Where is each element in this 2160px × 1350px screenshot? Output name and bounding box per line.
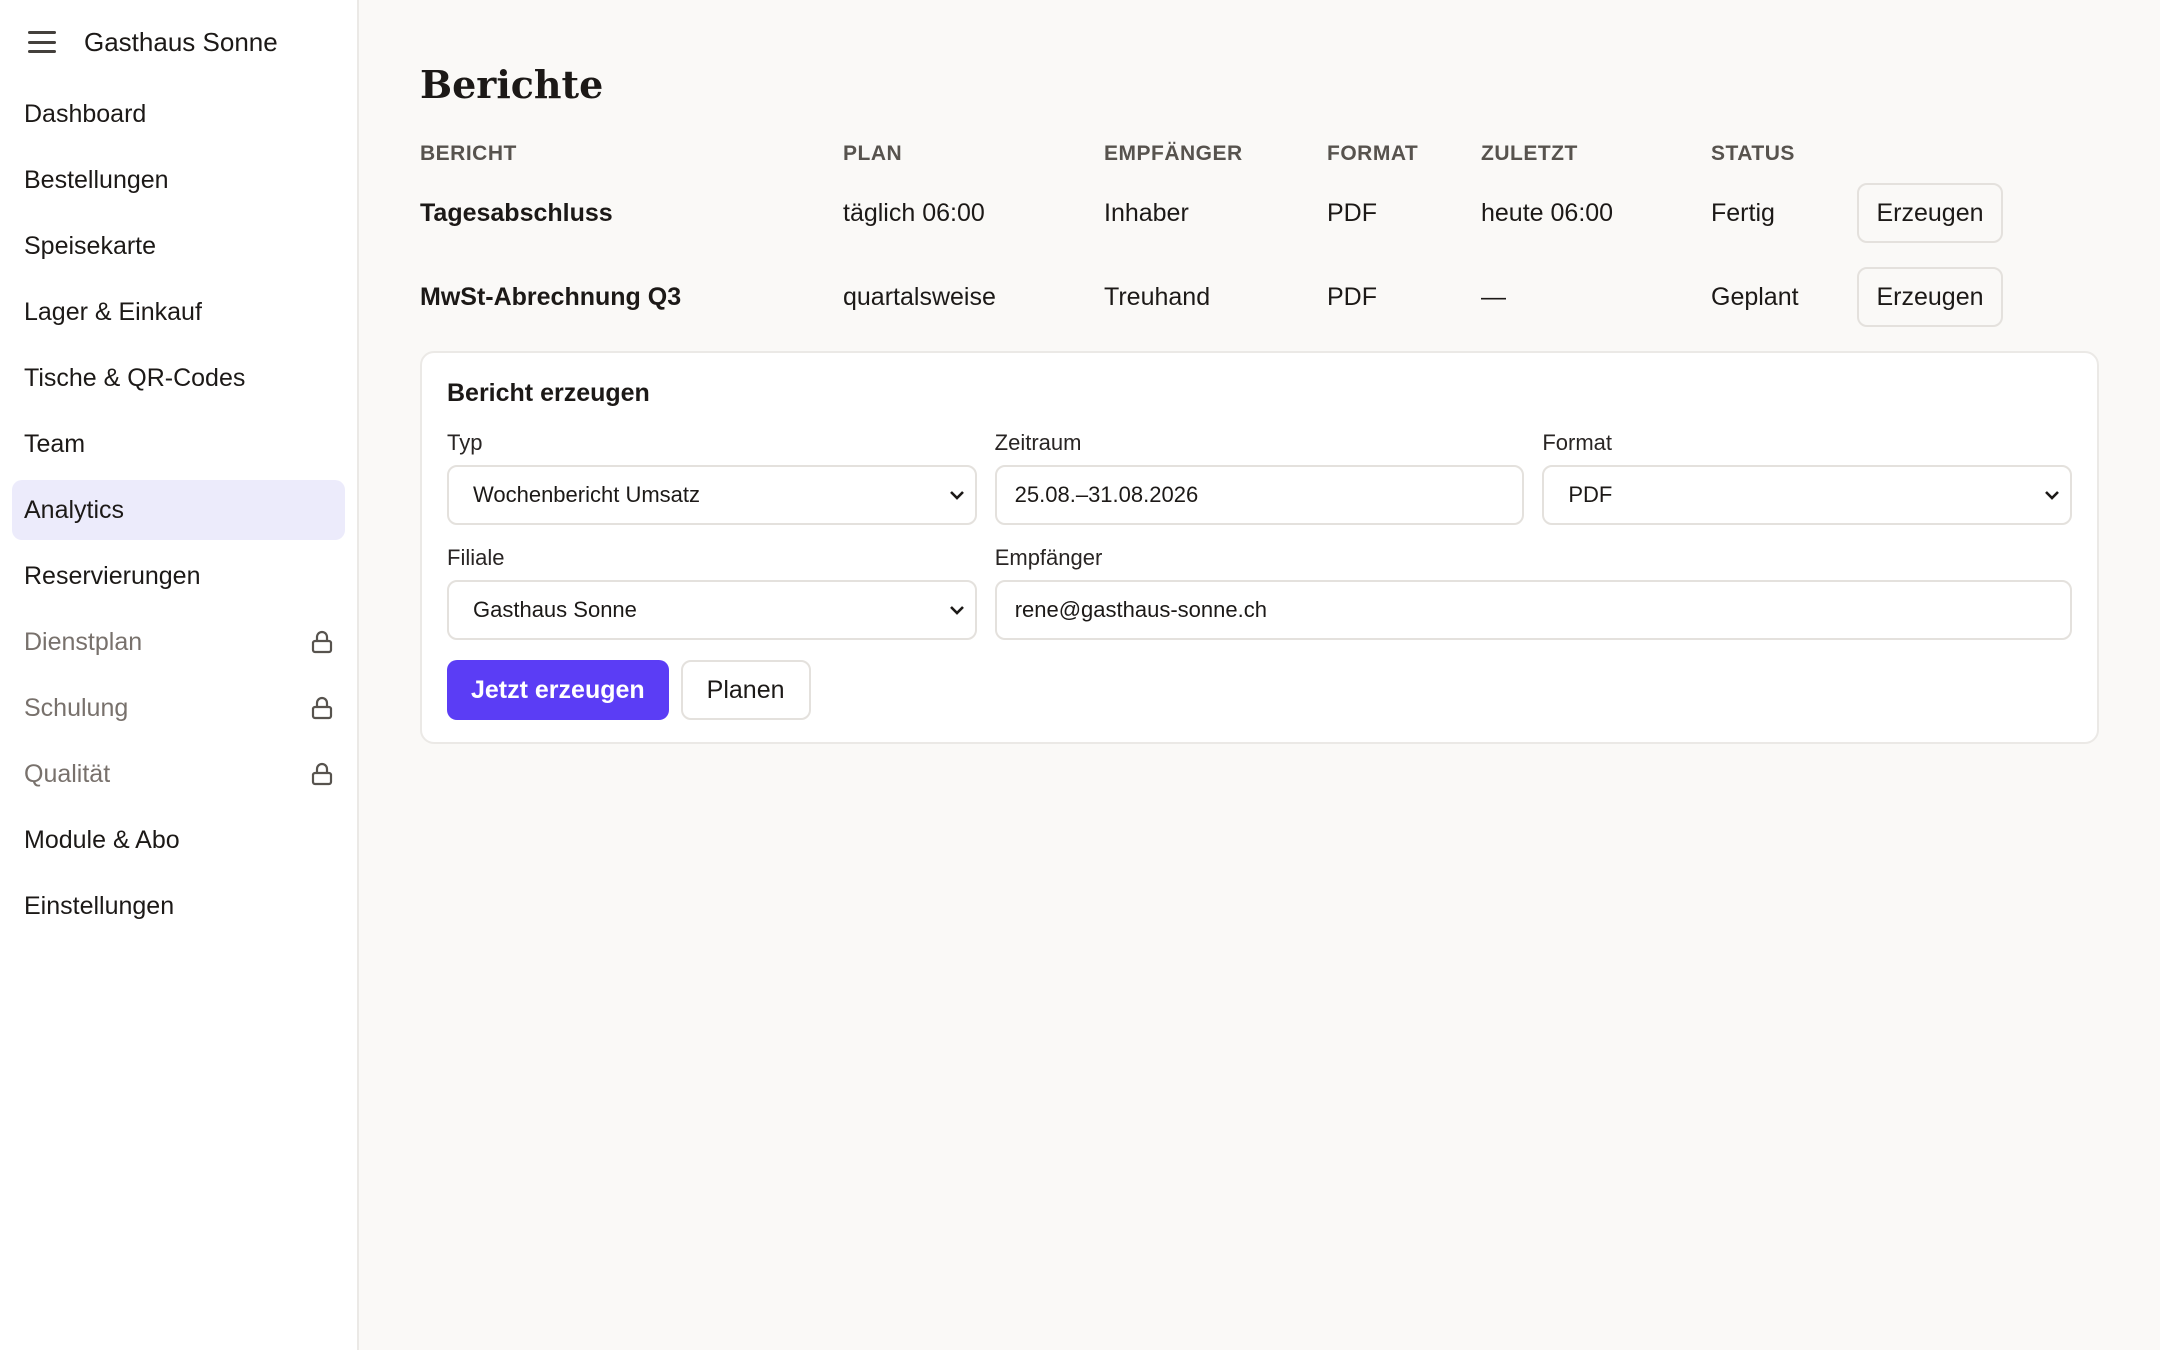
report-name: MwSt-Abrechnung Q3 bbox=[420, 282, 682, 311]
sidebar-item-label: Team bbox=[24, 429, 86, 458]
menu-icon[interactable] bbox=[28, 31, 56, 53]
sidebar-item-label: Module & Abo bbox=[24, 825, 180, 854]
recipient-label: Empfänger bbox=[994, 545, 1103, 570]
sidebar-item-schulung[interactable]: Schulung bbox=[12, 678, 345, 738]
type-select[interactable]: Wochenbericht Umsatz bbox=[447, 465, 977, 525]
lock-icon bbox=[311, 696, 333, 720]
report-name: Tagesabschluss bbox=[420, 198, 613, 227]
report-status: Fertig bbox=[1711, 198, 1775, 227]
sidebar-item-reservierungen[interactable]: Reservierungen bbox=[12, 546, 345, 606]
generate-report-card: Bericht erzeugen Typ Wochenbericht Umsat… bbox=[420, 351, 2099, 744]
chevron-down-icon bbox=[949, 606, 964, 615]
generate-report-button[interactable]: Erzeugen bbox=[1857, 183, 2003, 243]
format-select[interactable]: PDF bbox=[1542, 465, 2073, 525]
column-header-plan: PLAN bbox=[843, 142, 903, 165]
format-select-value: PDF bbox=[1568, 482, 1613, 507]
table-header: BERICHT PLAN EMPFÄNGER FORMAT ZULETZT ST… bbox=[420, 137, 2099, 171]
sidebar-item-bestellungen[interactable]: Bestellungen bbox=[12, 150, 345, 210]
sidebar-item-lager-einkauf[interactable]: Lager & Einkauf bbox=[12, 282, 345, 342]
sidebar-item-label: Speisekarte bbox=[24, 231, 157, 260]
column-header-zuletzt: ZULETZT bbox=[1481, 142, 1578, 165]
format-field: Format PDF bbox=[1542, 430, 2073, 525]
type-field: Typ Wochenbericht Umsatz bbox=[447, 430, 977, 525]
report-plan: täglich 06:00 bbox=[843, 198, 985, 227]
sidebar-item-dienstplan[interactable]: Dienstplan bbox=[12, 612, 345, 672]
sidebar: Gasthaus Sonne Dashboard Bestellungen Sp… bbox=[0, 0, 359, 1350]
sidebar-nav: Dashboard Bestellungen Speisekarte Lager… bbox=[0, 84, 357, 936]
sidebar-item-label: Reservierungen bbox=[24, 561, 201, 590]
report-recipient: Treuhand bbox=[1104, 282, 1211, 311]
sidebar-item-label: Tische & QR-Codes bbox=[24, 363, 246, 392]
sidebar-item-label: Analytics bbox=[24, 495, 125, 524]
report-recipient: Inhaber bbox=[1104, 198, 1189, 227]
column-header-format: FORMAT bbox=[1327, 142, 1419, 165]
schedule-button[interactable]: Planen bbox=[680, 660, 811, 720]
app-root: Gasthaus Sonne Dashboard Bestellungen Sp… bbox=[0, 0, 2160, 1350]
sidebar-item-label: Bestellungen bbox=[24, 165, 169, 194]
sidebar-item-label: Dienstplan bbox=[24, 627, 143, 656]
recipient-input[interactable]: rene@gasthaus-sonne.ch bbox=[994, 580, 2072, 640]
report-last-run: — bbox=[1481, 282, 1506, 311]
sidebar-item-label: Einstellungen bbox=[24, 891, 175, 920]
type-select-value: Wochenbericht Umsatz bbox=[473, 482, 701, 507]
sidebar-item-label: Lager & Einkauf bbox=[24, 297, 202, 326]
format-label: Format bbox=[1542, 430, 1613, 455]
period-input[interactable]: 25.08.–31.08.2026 bbox=[994, 465, 1525, 525]
chevron-down-icon bbox=[949, 491, 964, 500]
sidebar-item-label: Schulung bbox=[24, 693, 129, 722]
branch-field: Filiale Gasthaus Sonne bbox=[447, 545, 977, 640]
report-status: Geplant bbox=[1711, 282, 1799, 311]
period-field: Zeitraum 25.08.–31.08.2026 bbox=[994, 430, 1525, 525]
reports-table: BERICHT PLAN EMPFÄNGER FORMAT ZULETZT ST… bbox=[420, 137, 2099, 339]
period-input-value: 25.08.–31.08.2026 bbox=[1014, 482, 1199, 507]
column-header-status: STATUS bbox=[1711, 142, 1795, 165]
sidebar-item-label: Dashboard bbox=[24, 99, 147, 128]
sidebar-item-team[interactable]: Team bbox=[12, 414, 345, 474]
branch-select[interactable]: Gasthaus Sonne bbox=[447, 580, 977, 640]
lock-icon bbox=[311, 630, 333, 654]
period-label: Zeitraum bbox=[994, 430, 1082, 455]
lock-icon bbox=[311, 762, 333, 786]
main-content: Berichte BERICHT PLAN EMPFÄNGER FORMAT Z… bbox=[359, 0, 2160, 1350]
page-title: Berichte bbox=[420, 62, 604, 107]
card-title: Bericht erzeugen bbox=[447, 379, 650, 407]
sidebar-item-dashboard[interactable]: Dashboard bbox=[12, 84, 345, 144]
generate-now-button[interactable]: Jetzt erzeugen bbox=[447, 660, 669, 720]
sidebar-item-module-abo[interactable]: Module & Abo bbox=[12, 810, 345, 870]
form-actions: Jetzt erzeugen Planen bbox=[447, 660, 2072, 720]
sidebar-header: Gasthaus Sonne bbox=[0, 0, 357, 84]
column-header-bericht: BERICHT bbox=[420, 142, 517, 165]
branch-label: Filiale bbox=[447, 545, 505, 570]
recipient-input-value: rene@gasthaus-sonne.ch bbox=[1014, 597, 1267, 622]
sidebar-item-qualitaet[interactable]: Qualität bbox=[12, 744, 345, 804]
form-row: Filiale Gasthaus Sonne Empfänger rene@ga… bbox=[447, 545, 2072, 640]
sidebar-item-einstellungen[interactable]: Einstellungen bbox=[12, 876, 345, 936]
sidebar-item-speisekarte[interactable]: Speisekarte bbox=[12, 216, 345, 276]
row-action-cell: Erzeugen bbox=[1857, 267, 2099, 327]
row-action-cell: Erzeugen bbox=[1857, 183, 2099, 243]
recipient-field: Empfänger rene@gasthaus-sonne.ch bbox=[994, 545, 2072, 640]
report-last-run: heute 06:00 bbox=[1481, 198, 1614, 227]
sidebar-item-analytics[interactable]: Analytics bbox=[12, 480, 345, 540]
generate-report-button[interactable]: Erzeugen bbox=[1857, 267, 2003, 327]
form-row: Typ Wochenbericht Umsatz Zeitraum 25.08.… bbox=[447, 430, 2073, 525]
sidebar-item-tische-qr-codes[interactable]: Tische & QR-Codes bbox=[12, 348, 345, 408]
chevron-down-icon bbox=[2045, 491, 2059, 500]
report-plan: quartalsweise bbox=[843, 282, 996, 311]
report-format: PDF bbox=[1327, 282, 1377, 311]
table-row: Tagesabschluss täglich 06:00 Inhaber PDF… bbox=[420, 171, 2099, 255]
report-format: PDF bbox=[1327, 198, 1377, 227]
sidebar-item-label: Qualität bbox=[24, 759, 111, 788]
branch-select-value: Gasthaus Sonne bbox=[473, 597, 637, 622]
type-label: Typ bbox=[447, 430, 483, 455]
table-row: MwSt-Abrechnung Q3 quartalsweise Treuhan… bbox=[420, 255, 2099, 339]
brand-name: Gasthaus Sonne bbox=[84, 26, 278, 57]
column-header-empfaenger: EMPFÄNGER bbox=[1104, 142, 1243, 165]
